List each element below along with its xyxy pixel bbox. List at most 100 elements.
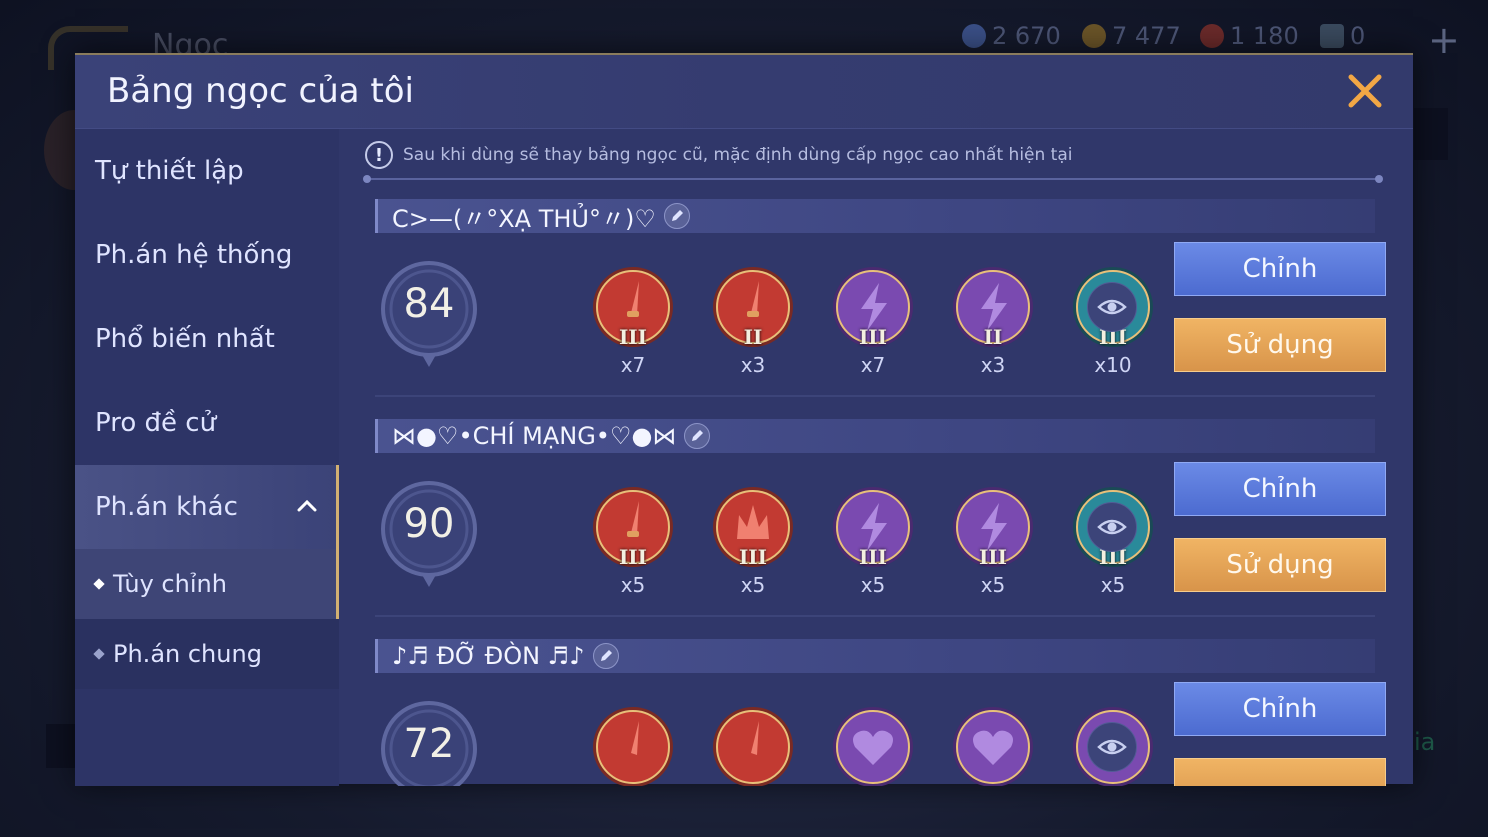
preview-button[interactable] [1087,502,1137,552]
rune-gem[interactable]: III x7 [831,265,915,377]
background-panel [46,724,76,768]
rune-set-name: C>—(〃°XẠ THỦ°〃)♡ [392,204,656,233]
add-currency-icon[interactable]: + [1428,18,1460,62]
rune-set: ⋈●♡•CHÍ MẠNG•♡●⋈ 90 III x5 III x5 III x5… [339,419,1413,639]
bullet-icon [93,648,105,660]
notice: ! Sau khi dùng sẽ thay bảng ngọc cũ, mặc… [365,141,1072,169]
sidebar-subitem-label: Tùy chỉnh [113,570,227,598]
gem-tier: III [738,545,768,569]
gem-count: x3 [740,353,766,377]
preview-button[interactable] [1087,282,1137,332]
purple-heart-gem-icon [953,707,1033,786]
gem-count: x3 [980,353,1006,377]
exclamation-icon: ! [365,141,393,169]
edit-button[interactable]: Chỉnh [1174,242,1386,296]
sidebar-subitem-general[interactable]: Ph.án chung [75,619,339,689]
gem-count: x5 [740,573,766,597]
sidebar-item-label: Tự thiết lập [95,156,244,186]
sidebar-item-system-plans[interactable]: Ph.án hệ thống [75,213,339,297]
red-sword-gem-icon [713,707,793,786]
sidebar-item-pro-recommended[interactable]: Pro đề cử [75,381,339,465]
gem-count: x5 [1100,573,1126,597]
gem-tier: III [978,545,1008,569]
rune-gem[interactable]: III x5 [831,485,915,597]
notice-text: Sau khi dùng sẽ thay bảng ngọc cũ, mặc đ… [403,145,1073,165]
gem-count: x7 [620,353,646,377]
sidebar: Tự thiết lập Ph.án hệ thống Phổ biến nhấ… [75,129,339,786]
use-button[interactable]: Sử dụng [1174,318,1386,372]
level-badge: 90 [377,477,481,591]
card-icon [1320,24,1344,48]
rune-gem[interactable] [711,705,795,786]
modal-title: Bảng ngọc của tôi [107,71,414,111]
pencil-icon [671,210,683,221]
rune-set: ♪♬ ĐỠ ĐÒN ♬♪ 72 Chỉnh [339,639,1413,786]
bullet-icon [93,578,105,590]
level-badge: 72 [377,697,481,786]
gem-tier: III [618,325,648,349]
rune-set-header: ♪♬ ĐỠ ĐÒN ♬♪ [375,639,1375,673]
rune-set-name: ⋈●♡•CHÍ MẠNG•♡●⋈ [392,422,677,450]
rename-button[interactable] [592,643,619,669]
rune-gem[interactable]: III x5 [711,485,795,597]
sidebar-item-other-plans[interactable]: Ph.án khác [75,465,339,549]
rune-set-name: ♪♬ ĐỠ ĐÒN ♬♪ [392,642,585,670]
close-button[interactable] [1343,69,1387,113]
use-button[interactable] [1174,758,1386,786]
gem-count: x5 [860,573,886,597]
pencil-icon [600,650,612,661]
currency-red: 1 180 [1200,22,1299,50]
rune-gem[interactable]: III x5 [951,485,1035,597]
currency-card: 0 [1320,22,1365,50]
rune-page-modal: Bảng ngọc của tôi Tự thiết lập Ph.án hệ … [75,53,1413,786]
sidebar-item-label: Pro đề cử [95,408,217,438]
sidebar-item-label: Ph.án hệ thống [95,240,293,270]
eye-icon [1097,299,1127,315]
gem-tier: II [743,325,763,349]
rune-gem[interactable]: II x3 [711,265,795,377]
gem-tier: II [983,325,1003,349]
use-button[interactable]: Sử dụng [1174,538,1386,592]
gem-count: x5 [980,573,1006,597]
rune-set-list[interactable]: ! Sau khi dùng sẽ thay bảng ngọc cũ, mặc… [339,129,1413,786]
blue-gem-icon [962,24,986,48]
rune-set-header: C>—(〃°XẠ THỦ°〃)♡ [375,199,1375,233]
gem-tier: III [858,325,888,349]
background-panel [1414,108,1448,160]
rune-set-header: ⋈●♡•CHÍ MẠNG•♡●⋈ [375,419,1375,453]
level-badge: 84 [377,257,481,371]
rune-gem[interactable] [591,705,675,786]
rune-gem[interactable]: III x7 [591,265,675,377]
sidebar-subitem-custom[interactable]: Tùy chỉnh [75,549,339,619]
sidebar-item-most-popular[interactable]: Phổ biến nhất [75,297,339,381]
rename-button[interactable] [663,203,690,229]
divider [363,175,1383,183]
sidebar-subitem-label: Ph.án chung [113,640,262,668]
red-sword-gem-icon [593,707,673,786]
rune-gem[interactable]: II x3 [951,265,1035,377]
preview-button[interactable] [1087,722,1137,772]
rename-button[interactable] [684,423,711,449]
rune-set: C>—(〃°XẠ THỦ°〃)♡ 84 III x7 II x3 III x7 … [339,199,1413,419]
gem-count: x10 [1094,353,1132,377]
currency-gold: 7 477 [1082,22,1181,50]
edit-button[interactable]: Chỉnh [1174,462,1386,516]
modal-header: Bảng ngọc của tôi [75,55,1413,129]
gem-tier: III [858,545,888,569]
level-value: 90 [403,501,455,547]
edit-button[interactable]: Chỉnh [1174,682,1386,736]
divider [375,615,1375,617]
purple-heart-gem-icon [833,707,913,786]
gem-count: x5 [620,573,646,597]
rune-gem[interactable] [831,705,915,786]
currency-blue-gem: 2 670 [962,22,1061,50]
eye-icon [1097,739,1127,755]
rune-gem[interactable] [951,705,1035,786]
sidebar-item-custom-setup[interactable]: Tự thiết lập [75,129,339,213]
level-value: 72 [403,721,455,767]
divider [375,395,1375,397]
sidebar-item-label: Ph.án khác [95,492,238,522]
gem-tier: III [618,545,648,569]
rune-gem[interactable]: III x5 [591,485,675,597]
sidebar-item-label: Phổ biến nhất [95,324,275,354]
